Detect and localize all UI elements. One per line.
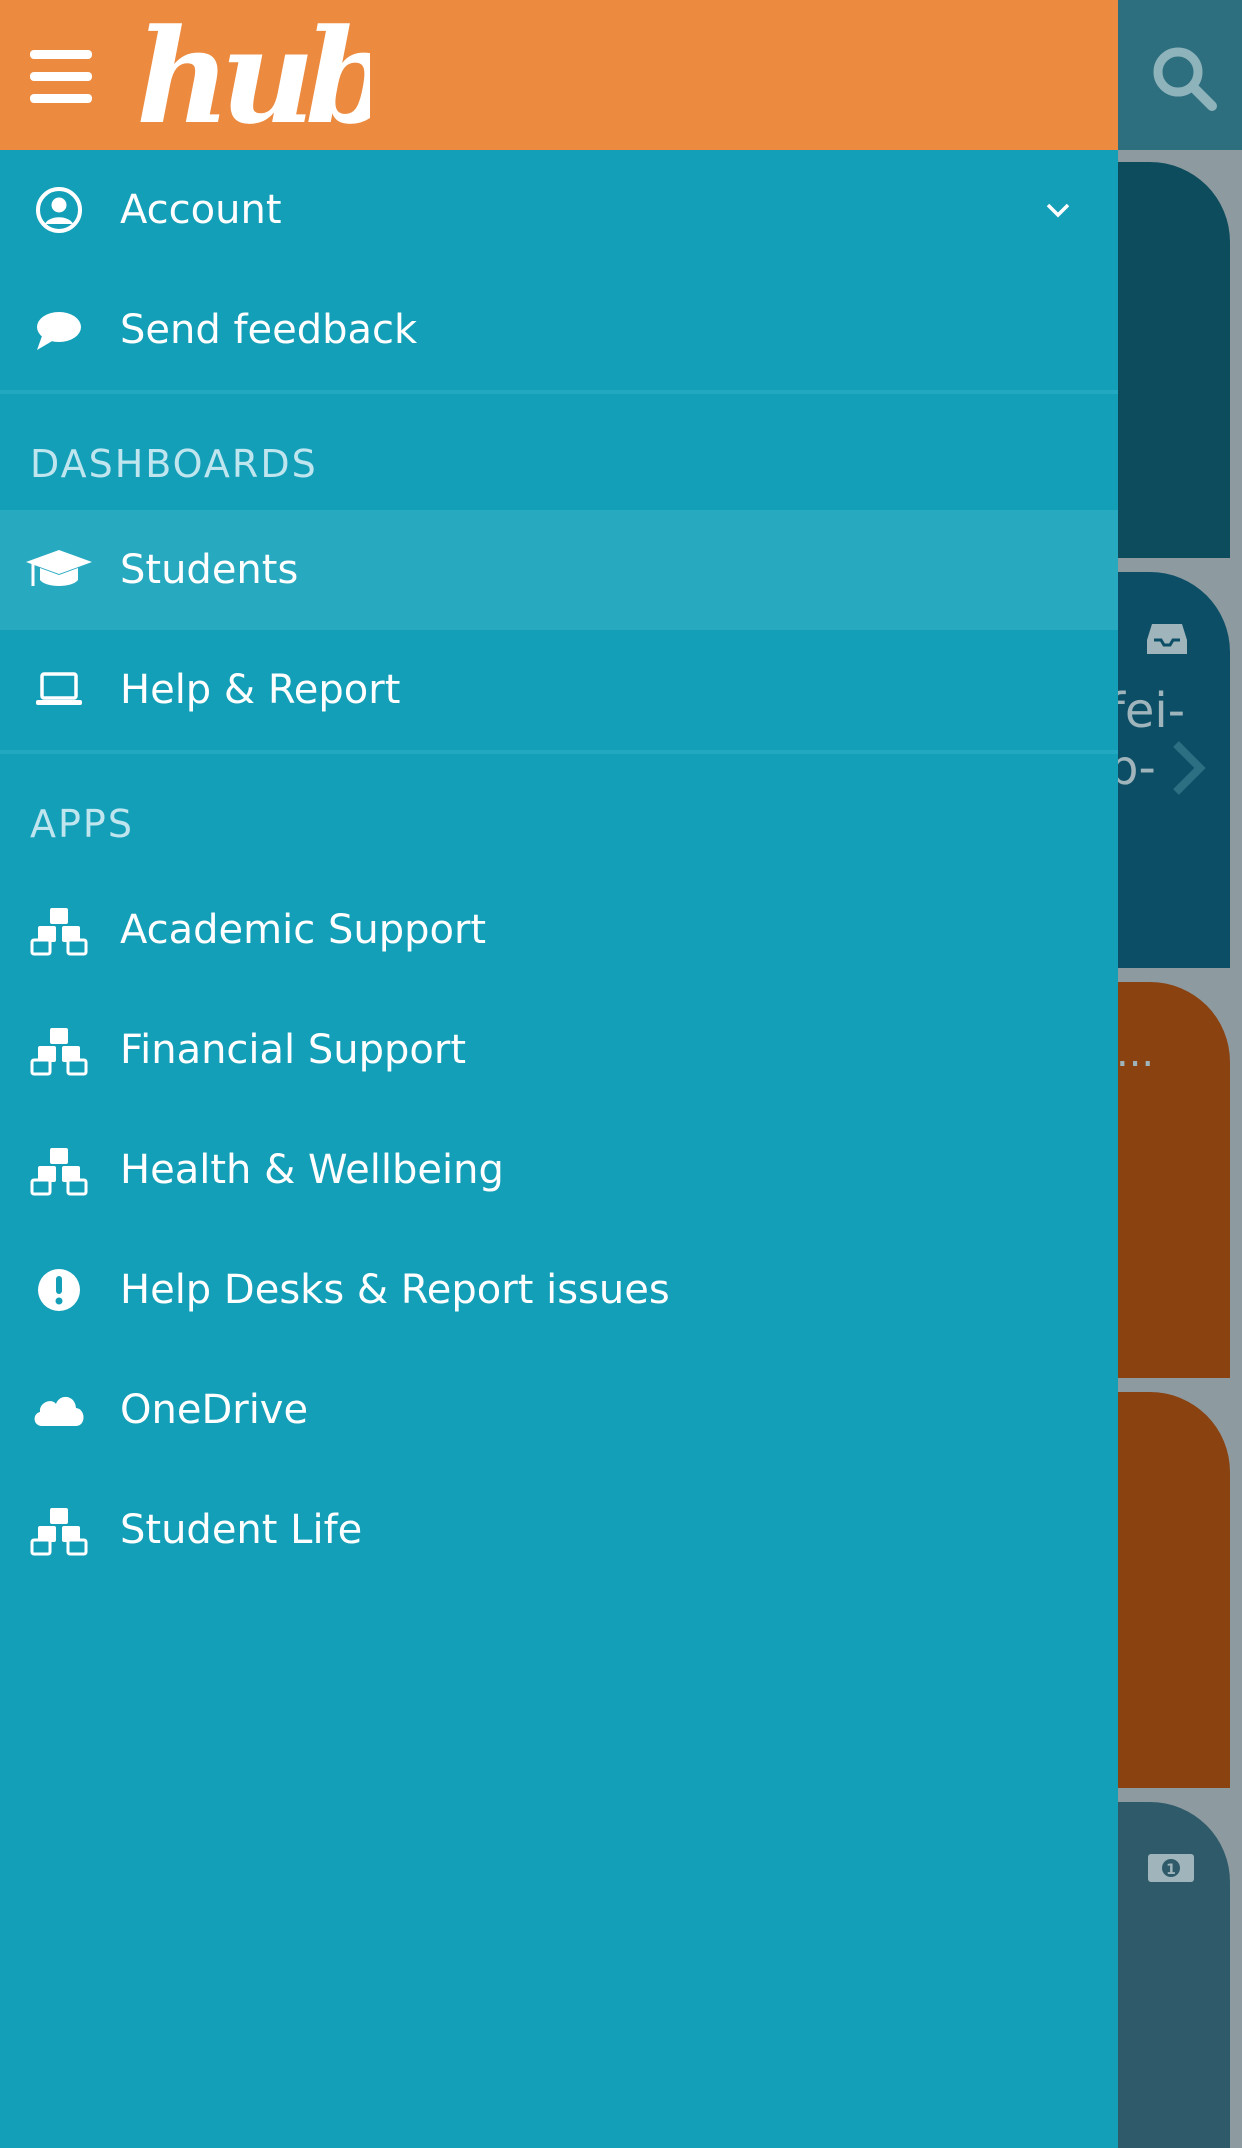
- cloud-icon: [34, 1396, 84, 1426]
- account-menu-item[interactable]: Account: [0, 150, 1118, 270]
- speech-bubble-icon: [37, 312, 81, 350]
- send-feedback-menu-item[interactable]: Send feedback: [0, 270, 1118, 390]
- app-item-onedrive[interactable]: OneDrive: [0, 1350, 1118, 1470]
- background-text-fragment: fei-: [1108, 683, 1186, 739]
- background-card[interactable]: [1118, 162, 1230, 558]
- search-icon[interactable]: [1148, 42, 1220, 114]
- inbox-icon: [1147, 624, 1187, 654]
- cubes-icon: [30, 1148, 88, 1196]
- app-item-label: Help Desks & Report issues: [120, 1267, 670, 1313]
- cubes-icon: [30, 908, 88, 956]
- dashboard-item-label: Students: [120, 547, 299, 593]
- svg-text:hub: hub: [136, 10, 370, 140]
- money-bill-icon: 1: [1148, 1854, 1194, 1882]
- navigation-drawer: hub Account Send feedback DASHBOARDS Stu…: [0, 0, 1118, 2148]
- background-card[interactable]: [1118, 1392, 1230, 1788]
- drawer-header: hub: [0, 0, 1118, 150]
- app-item-academic-support[interactable]: Academic Support: [0, 870, 1118, 990]
- cubes-icon: [30, 1028, 88, 1076]
- dashboard-item-students[interactable]: Students: [0, 510, 1118, 630]
- laptop-icon: [36, 672, 82, 705]
- app-item-financial-support[interactable]: Financial Support: [0, 990, 1118, 1110]
- apps-section-title: APPS: [30, 802, 134, 846]
- hamburger-menu-icon[interactable]: [30, 50, 92, 103]
- svg-text:1: 1: [1166, 1862, 1176, 1878]
- menu-divider: [0, 390, 1118, 394]
- cubes-icon: [30, 1508, 88, 1556]
- graduation-cap-icon: [26, 550, 92, 586]
- app-item-health-wellbeing[interactable]: Health & Wellbeing: [0, 1110, 1118, 1230]
- menu-divider: [0, 750, 1118, 754]
- app-item-student-life[interactable]: Student Life: [0, 1470, 1118, 1590]
- background-text-fragment: ...: [1116, 1030, 1155, 1076]
- chevron-down-icon[interactable]: [1040, 192, 1076, 228]
- chevron-right-icon[interactable]: [1170, 740, 1206, 796]
- user-circle-icon: [36, 187, 82, 233]
- app-item-label: Student Life: [120, 1507, 363, 1553]
- send-feedback-label: Send feedback: [120, 307, 418, 353]
- app-item-label: Financial Support: [120, 1027, 466, 1073]
- dashboard-item-label: Help & Report: [120, 667, 401, 713]
- app-item-label: OneDrive: [120, 1387, 309, 1433]
- app-item-label: Health & Wellbeing: [120, 1147, 504, 1193]
- dashboards-section-title: DASHBOARDS: [30, 442, 318, 486]
- exclamation-circle-icon: [38, 1269, 80, 1311]
- dashboard-item-help-report[interactable]: Help & Report: [0, 630, 1118, 750]
- app-item-label: Academic Support: [120, 907, 487, 953]
- account-label: Account: [120, 187, 282, 233]
- app-item-help-desks[interactable]: Help Desks & Report issues: [0, 1230, 1118, 1350]
- hub-logo[interactable]: hub: [130, 10, 370, 140]
